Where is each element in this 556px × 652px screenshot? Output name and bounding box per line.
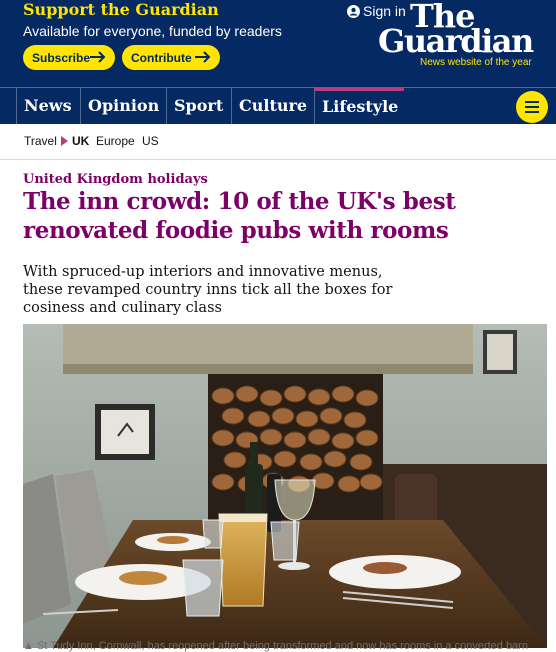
- breadcrumb: Travel UK Europe US: [0, 124, 556, 160]
- contribute-label: Contribute: [131, 50, 192, 65]
- article-main-image: [23, 324, 547, 648]
- caption-text: St Tudy Inn, Cornwall, has reopened afte…: [36, 640, 528, 652]
- subnav-item-us[interactable]: US: [142, 134, 159, 148]
- support-title: Support the Guardian: [23, 0, 219, 19]
- pub-interior-photo: [23, 324, 547, 648]
- article-headline: The inn crowd: 10 of the UK's best renov…: [23, 188, 456, 244]
- main-nav: News Opinion Sport Culture Lifestyle: [0, 87, 556, 124]
- subscribe-button[interactable]: Subscribe: [23, 45, 115, 70]
- support-subtitle: Available for everyone, funded by reader…: [23, 23, 282, 39]
- nav-item-lifestyle[interactable]: Lifestyle: [314, 88, 404, 124]
- image-caption: ▲ St Tudy Inn, Cornwall, has reopened af…: [23, 640, 528, 652]
- arrow-right-icon: [195, 51, 211, 63]
- arrow-right-icon: [90, 51, 106, 63]
- subnav-item-europe[interactable]: Europe: [96, 134, 135, 148]
- breadcrumb-travel[interactable]: Travel: [24, 134, 57, 148]
- hamburger-menu-icon: [525, 101, 539, 103]
- article-standfirst: With spruced-up interiors and innovative…: [23, 264, 393, 316]
- sign-in-link[interactable]: Sign in: [347, 3, 406, 19]
- subscribe-label: Subscribe: [32, 50, 91, 65]
- nav-item-culture[interactable]: Culture: [231, 88, 314, 124]
- subnav-item-uk[interactable]: UK: [72, 134, 89, 148]
- masthead: Support the Guardian Available for every…: [0, 0, 556, 87]
- contribute-button[interactable]: Contribute: [122, 45, 220, 70]
- logo-tagline: News website of the year: [420, 57, 532, 68]
- nav-item-news[interactable]: News: [16, 88, 80, 124]
- menu-button[interactable]: [516, 91, 548, 123]
- logo-guardian[interactable]: Guardian: [378, 22, 534, 60]
- user-icon: [347, 4, 360, 18]
- triangle-right-icon: [61, 136, 68, 146]
- nav-item-sport[interactable]: Sport: [166, 88, 231, 124]
- camera-triangle-icon: ▲: [23, 640, 37, 652]
- article-kicker[interactable]: United Kingdom holidays: [23, 172, 208, 187]
- sign-in-label: Sign in: [363, 3, 406, 19]
- nav-item-opinion[interactable]: Opinion: [80, 88, 166, 124]
